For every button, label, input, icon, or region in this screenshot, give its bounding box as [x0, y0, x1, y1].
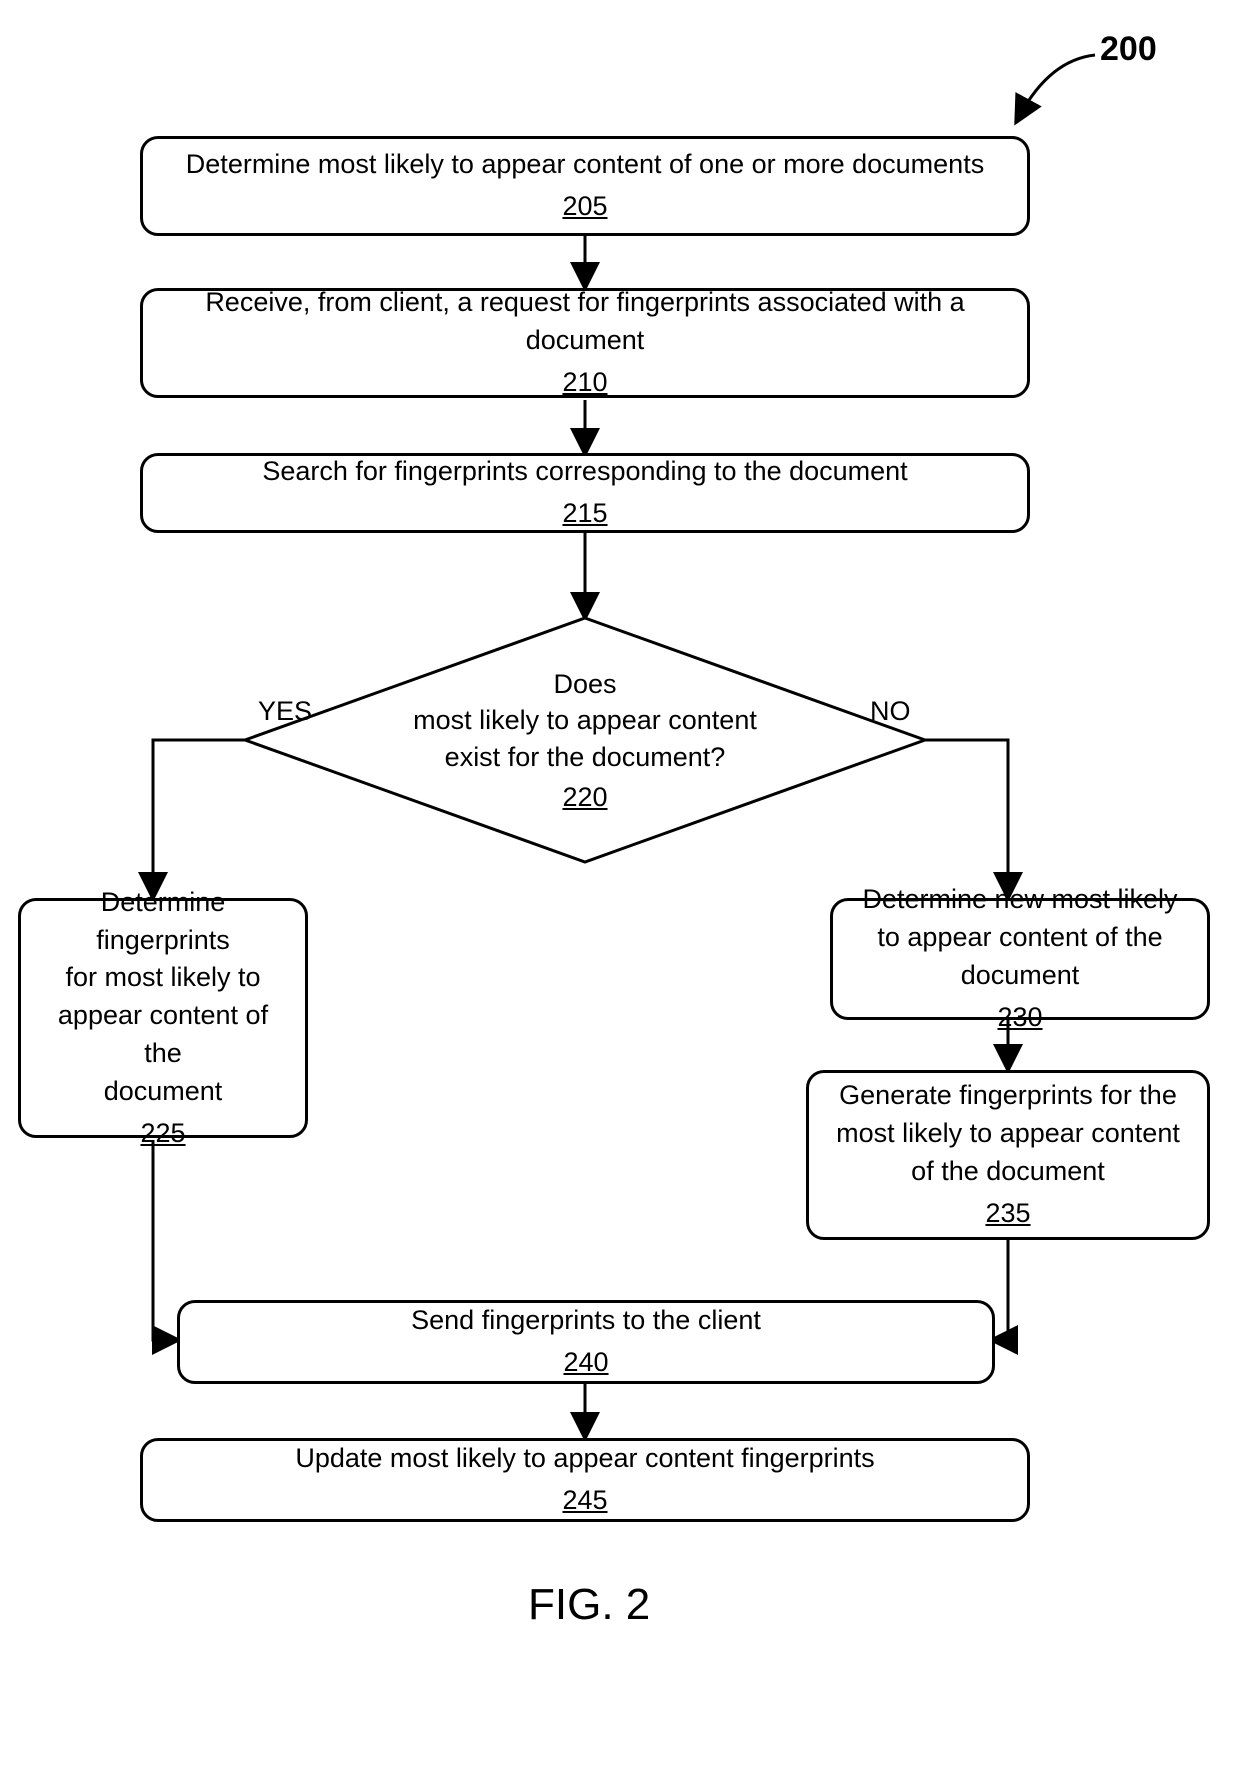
diamond-line: most likely to appear content [413, 702, 757, 738]
diamond-line: Does [553, 666, 616, 702]
diamond-ref: 220 [562, 779, 607, 815]
process-box-240: Send fingerprints to the client 240 [177, 1300, 995, 1384]
box-text: Send fingerprints to the client [411, 1302, 761, 1340]
box-text: Update most likely to appear content fin… [295, 1440, 874, 1478]
box-line: appear content of the [37, 997, 289, 1073]
box-ref: 205 [562, 188, 607, 226]
decision-no-label: NO [870, 696, 911, 727]
process-box-225: Determine fingerprints for most likely t… [18, 898, 308, 1138]
box-ref: 245 [562, 1482, 607, 1520]
box-line: Determine fingerprints [37, 884, 289, 960]
box-ref: 240 [563, 1344, 608, 1382]
process-box-210: Receive, from client, a request for fing… [140, 288, 1030, 398]
process-box-215: Search for fingerprints corresponding to… [140, 453, 1030, 533]
process-box-235: Generate fingerprints for the most likel… [806, 1070, 1210, 1240]
box-line: document [104, 1073, 223, 1111]
box-line: for most likely to [65, 959, 260, 997]
box-text: Receive, from client, a request for fing… [159, 284, 1011, 360]
box-text: Determine most likely to appear content … [186, 146, 984, 184]
decision-yes-label: YES [258, 696, 312, 727]
box-text: Generate fingerprints for the most likel… [825, 1077, 1191, 1190]
box-text: Determine new most likely to appear cont… [849, 881, 1191, 994]
process-box-205: Determine most likely to appear content … [140, 136, 1030, 236]
box-ref: 230 [997, 999, 1042, 1037]
decision-diamond-220: Does most likely to appear content exist… [360, 666, 810, 816]
box-text: Search for fingerprints corresponding to… [262, 453, 907, 491]
process-box-245: Update most likely to appear content fin… [140, 1438, 1030, 1522]
box-ref: 225 [140, 1115, 185, 1153]
box-ref: 235 [985, 1195, 1030, 1233]
process-box-230: Determine new most likely to appear cont… [830, 898, 1210, 1020]
diamond-line: exist for the document? [445, 739, 726, 775]
box-ref: 210 [562, 364, 607, 402]
box-ref: 215 [562, 495, 607, 533]
